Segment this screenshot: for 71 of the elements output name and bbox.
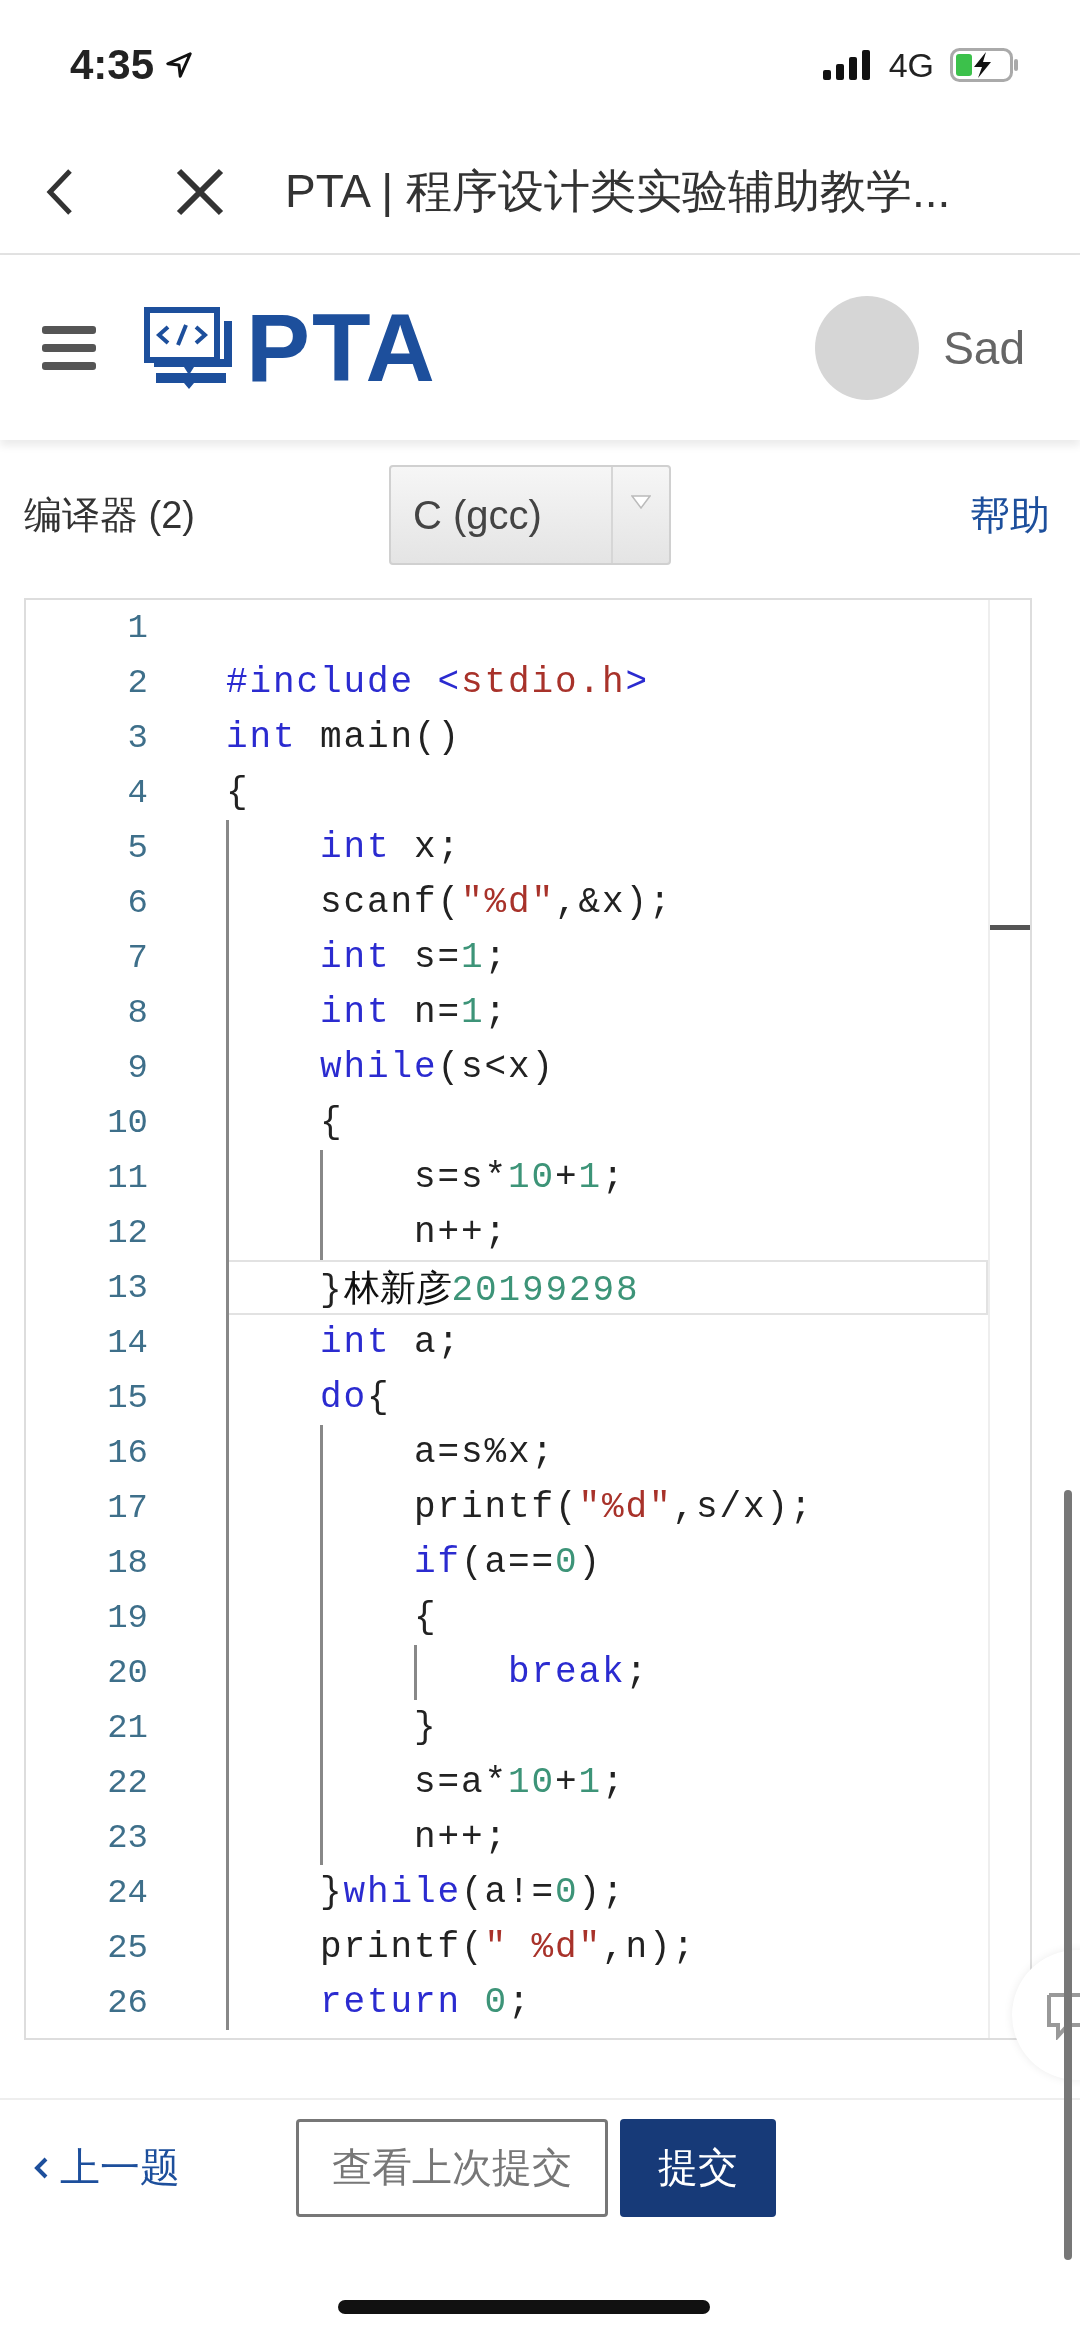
line-number: 5 [126,828,148,867]
compiler-label: 编译器 (2) [24,492,196,538]
code-line: { [226,1590,438,1645]
previous-question-link[interactable]: 上一题 [34,2140,296,2195]
line-number: 10 [106,1103,148,1142]
line-number: 21 [106,1708,148,1747]
line-number: 14 [106,1323,148,1362]
code-line: #include <stdio.h> [226,661,650,705]
page-title: PTA | 程序设计类实验辅助教学... [285,163,951,219]
code-line: }while(a!=0); [226,1865,626,1920]
line-number: 20 [106,1653,148,1692]
line-number: 26 [106,1983,148,2022]
code-line: s=s*10+1; [226,1150,626,1205]
code-line: int x; [226,820,462,875]
code-line: int n=1; [226,985,509,1040]
line-number: 8 [126,993,148,1032]
code-line: { [226,771,250,815]
battery-charging-icon [950,48,1020,82]
line-number: 9 [126,1048,148,1087]
code-line: }林新彦20199298 [226,1260,640,1315]
code-line: { [226,1095,344,1150]
menu-icon[interactable] [42,325,96,370]
line-number: 1 [126,608,148,647]
status-time: 4:35 [70,41,155,89]
line-number: 18 [106,1543,148,1582]
line-number: 19 [106,1598,148,1637]
help-link[interactable]: 帮助 [970,487,1050,543]
line-number: 25 [106,1928,148,1967]
location-arrow-icon [164,50,195,80]
code-line: while(s<x) [226,1040,556,1095]
code-line: printf(" %d",n); [226,1920,697,1975]
code-line: do{ [226,1370,391,1425]
code-line: scanf("%d",&x); [226,875,673,930]
code-line: printf("%d",s/x); [226,1480,814,1535]
chevron-left-icon [34,2156,48,2179]
line-number: 2 [126,663,148,702]
code-editor[interactable] [24,598,1032,2040]
code-line: } [226,1700,438,1755]
code-line: a=s%x; [226,1425,556,1480]
code-line: int a; [226,1315,462,1370]
close-icon[interactable] [175,166,225,217]
code-line: return 0; [226,1975,532,2030]
code-line: n++; [226,1810,509,1865]
code-line: int main() [226,716,462,760]
line-number: 3 [126,718,148,757]
line-number: 6 [126,883,148,922]
line-number: 15 [106,1378,148,1417]
logo-text: PTA [246,292,437,403]
speech-bubble-icon [1046,1990,1080,2040]
logo-icon [144,306,234,389]
submit-button[interactable]: 提交 [620,2118,776,2217]
line-number: 11 [106,1158,148,1197]
code-line: s=a*10+1; [226,1755,626,1810]
line-number: 7 [126,938,148,977]
compiler-select[interactable]: C (gcc) [389,465,671,565]
code-line: break; [226,1645,650,1700]
line-number: 16 [106,1433,148,1472]
line-number: 24 [106,1873,148,1912]
code-line: if(a==0) [226,1535,603,1590]
line-number: 23 [106,1818,148,1857]
signal-icon [822,50,873,80]
view-last-submission-button[interactable]: 查看上次提交 [296,2118,608,2217]
network-type: 4G [888,45,934,85]
line-number: 4 [126,773,148,812]
user-name[interactable]: Sad [943,320,1025,375]
caret-icon [631,495,651,509]
line-number: 22 [106,1763,148,1802]
line-number: 13 [106,1268,148,1307]
code-line: int s=1; [226,930,509,985]
line-number: 12 [106,1213,148,1252]
line-number: 17 [106,1488,148,1527]
